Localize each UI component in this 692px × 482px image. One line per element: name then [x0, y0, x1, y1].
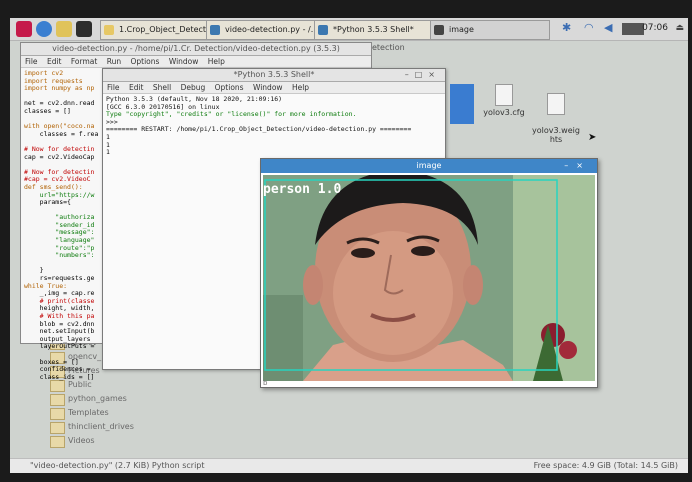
python-icon — [318, 25, 328, 35]
selected-py-file-icon[interactable] — [450, 84, 474, 124]
taskbar: 1.Crop_Object_Detect... video-detection.… — [10, 18, 688, 41]
image-title: image — [416, 161, 442, 170]
image-window-icon — [434, 25, 444, 35]
menu-file[interactable]: File — [107, 83, 120, 92]
shell-line: ======== RESTART: /home/pi/1.Crop_Object… — [106, 125, 412, 134]
desktop-file-cfg[interactable]: yolov3.cfg — [480, 84, 528, 117]
shell-line: 1 — [106, 140, 110, 149]
terminal-icon[interactable] — [76, 21, 92, 37]
window-controls[interactable]: –□× — [405, 69, 441, 81]
file-label: yolov3.cfg — [483, 108, 525, 117]
status-left: "video-detection.py" (2.7 KiB) Python sc… — [30, 461, 205, 470]
menu-format[interactable]: Format — [71, 57, 97, 66]
file-label: yolov3.weig hts — [532, 126, 580, 144]
folder-icon — [50, 436, 65, 448]
folder-icon — [50, 394, 65, 406]
status-right: Free space: 4.9 GiB (Total: 14.5 GiB) — [533, 461, 678, 470]
bluetooth-icon[interactable]: ✱ — [562, 21, 571, 34]
file-icon — [495, 84, 513, 106]
menu-edit[interactable]: Edit — [47, 57, 62, 66]
desktop-file-weights[interactable]: yolov3.weig hts — [530, 84, 582, 144]
menu-options[interactable]: Options — [130, 57, 159, 66]
list-item[interactable]: Templates — [50, 406, 109, 420]
shell-title: *Python 3.5.3 Shell* — [233, 70, 315, 79]
folder-icon — [104, 25, 114, 35]
folder-icon — [50, 408, 65, 420]
task-label: *Python 3.5.3 Shell* — [333, 25, 414, 34]
volume-icon[interactable]: ◀ — [604, 21, 612, 34]
menu-shell[interactable]: Shell — [153, 83, 171, 92]
wifi-icon[interactable]: ◠ — [584, 21, 594, 34]
shell-titlebar[interactable]: *Python 3.5.3 Shell* –□× — [103, 69, 445, 82]
file-manager-statusbar: "video-detection.py" (2.7 KiB) Python sc… — [10, 458, 688, 473]
editor-menubar: File Edit Format Run Options Window Help — [21, 56, 371, 68]
image-footer: b — [263, 379, 268, 387]
task-label: image — [449, 25, 474, 34]
shell-line: Type "copyright", "credits" or "license(… — [106, 110, 357, 119]
editor-title: video-detection.py - /home/pi/1.Cr. Dete… — [52, 44, 340, 53]
raspberry-menu-icon[interactable] — [16, 21, 32, 37]
image-titlebar[interactable]: image –× — [261, 159, 597, 173]
desktop-screen: 1.Crop_Object_Detect... video-detection.… — [10, 18, 688, 473]
shell-output[interactable]: Python 3.5.3 (default, Nov 18 2020, 21:0… — [103, 94, 445, 159]
task-editor[interactable]: video-detection.py - /... — [206, 20, 328, 40]
menu-window[interactable]: Window — [169, 57, 199, 66]
task-shell[interactable]: *Python 3.5.3 Shell* — [314, 20, 444, 40]
menu-options[interactable]: Options — [215, 83, 244, 92]
window-controls[interactable]: –× — [564, 159, 591, 173]
browser-icon[interactable] — [36, 21, 52, 37]
eject-icon[interactable]: ⏏ — [675, 23, 684, 33]
menu-debug[interactable]: Debug — [181, 83, 206, 92]
editor-title-suffix: etection — [372, 43, 405, 52]
list-item[interactable]: python_games — [50, 392, 127, 406]
menu-file[interactable]: File — [25, 57, 38, 66]
task-folder[interactable]: 1.Crop_Object_Detect... — [100, 20, 220, 40]
shell-line: 1 — [106, 132, 110, 141]
clock: 07:06 — [642, 23, 668, 33]
menu-run[interactable]: Run — [107, 57, 121, 66]
task-label: video-detection.py - /... — [225, 25, 319, 34]
list-item[interactable]: thinclient_drives — [50, 420, 134, 434]
camera-image: person 1.0 — [263, 175, 595, 381]
menu-edit[interactable]: Edit — [129, 83, 144, 92]
task-image[interactable]: image — [430, 20, 550, 40]
cpu-monitor — [622, 23, 644, 35]
shell-line: 1 — [106, 148, 110, 157]
task-label: 1.Crop_Object_Detect... — [119, 25, 214, 34]
menu-help[interactable]: Help — [292, 83, 309, 92]
image-window[interactable]: image –× person 1.0 b — [260, 158, 598, 388]
folder-icon — [50, 422, 65, 434]
file-manager-icon[interactable] — [56, 21, 72, 37]
menu-help[interactable]: Help — [208, 57, 225, 66]
python-icon — [210, 25, 220, 35]
shell-menubar: File Edit Shell Debug Options Window Hel… — [103, 82, 445, 94]
file-icon — [547, 93, 565, 115]
editor-titlebar[interactable]: video-detection.py - /home/pi/1.Cr. Dete… — [21, 43, 371, 56]
menu-window[interactable]: Window — [253, 83, 283, 92]
list-item[interactable]: Videos — [50, 434, 95, 448]
camera-frame: person 1.0 — [263, 175, 595, 381]
detection-label: person 1.0 — [263, 182, 341, 197]
mouse-cursor-icon: ➤ — [588, 132, 597, 143]
